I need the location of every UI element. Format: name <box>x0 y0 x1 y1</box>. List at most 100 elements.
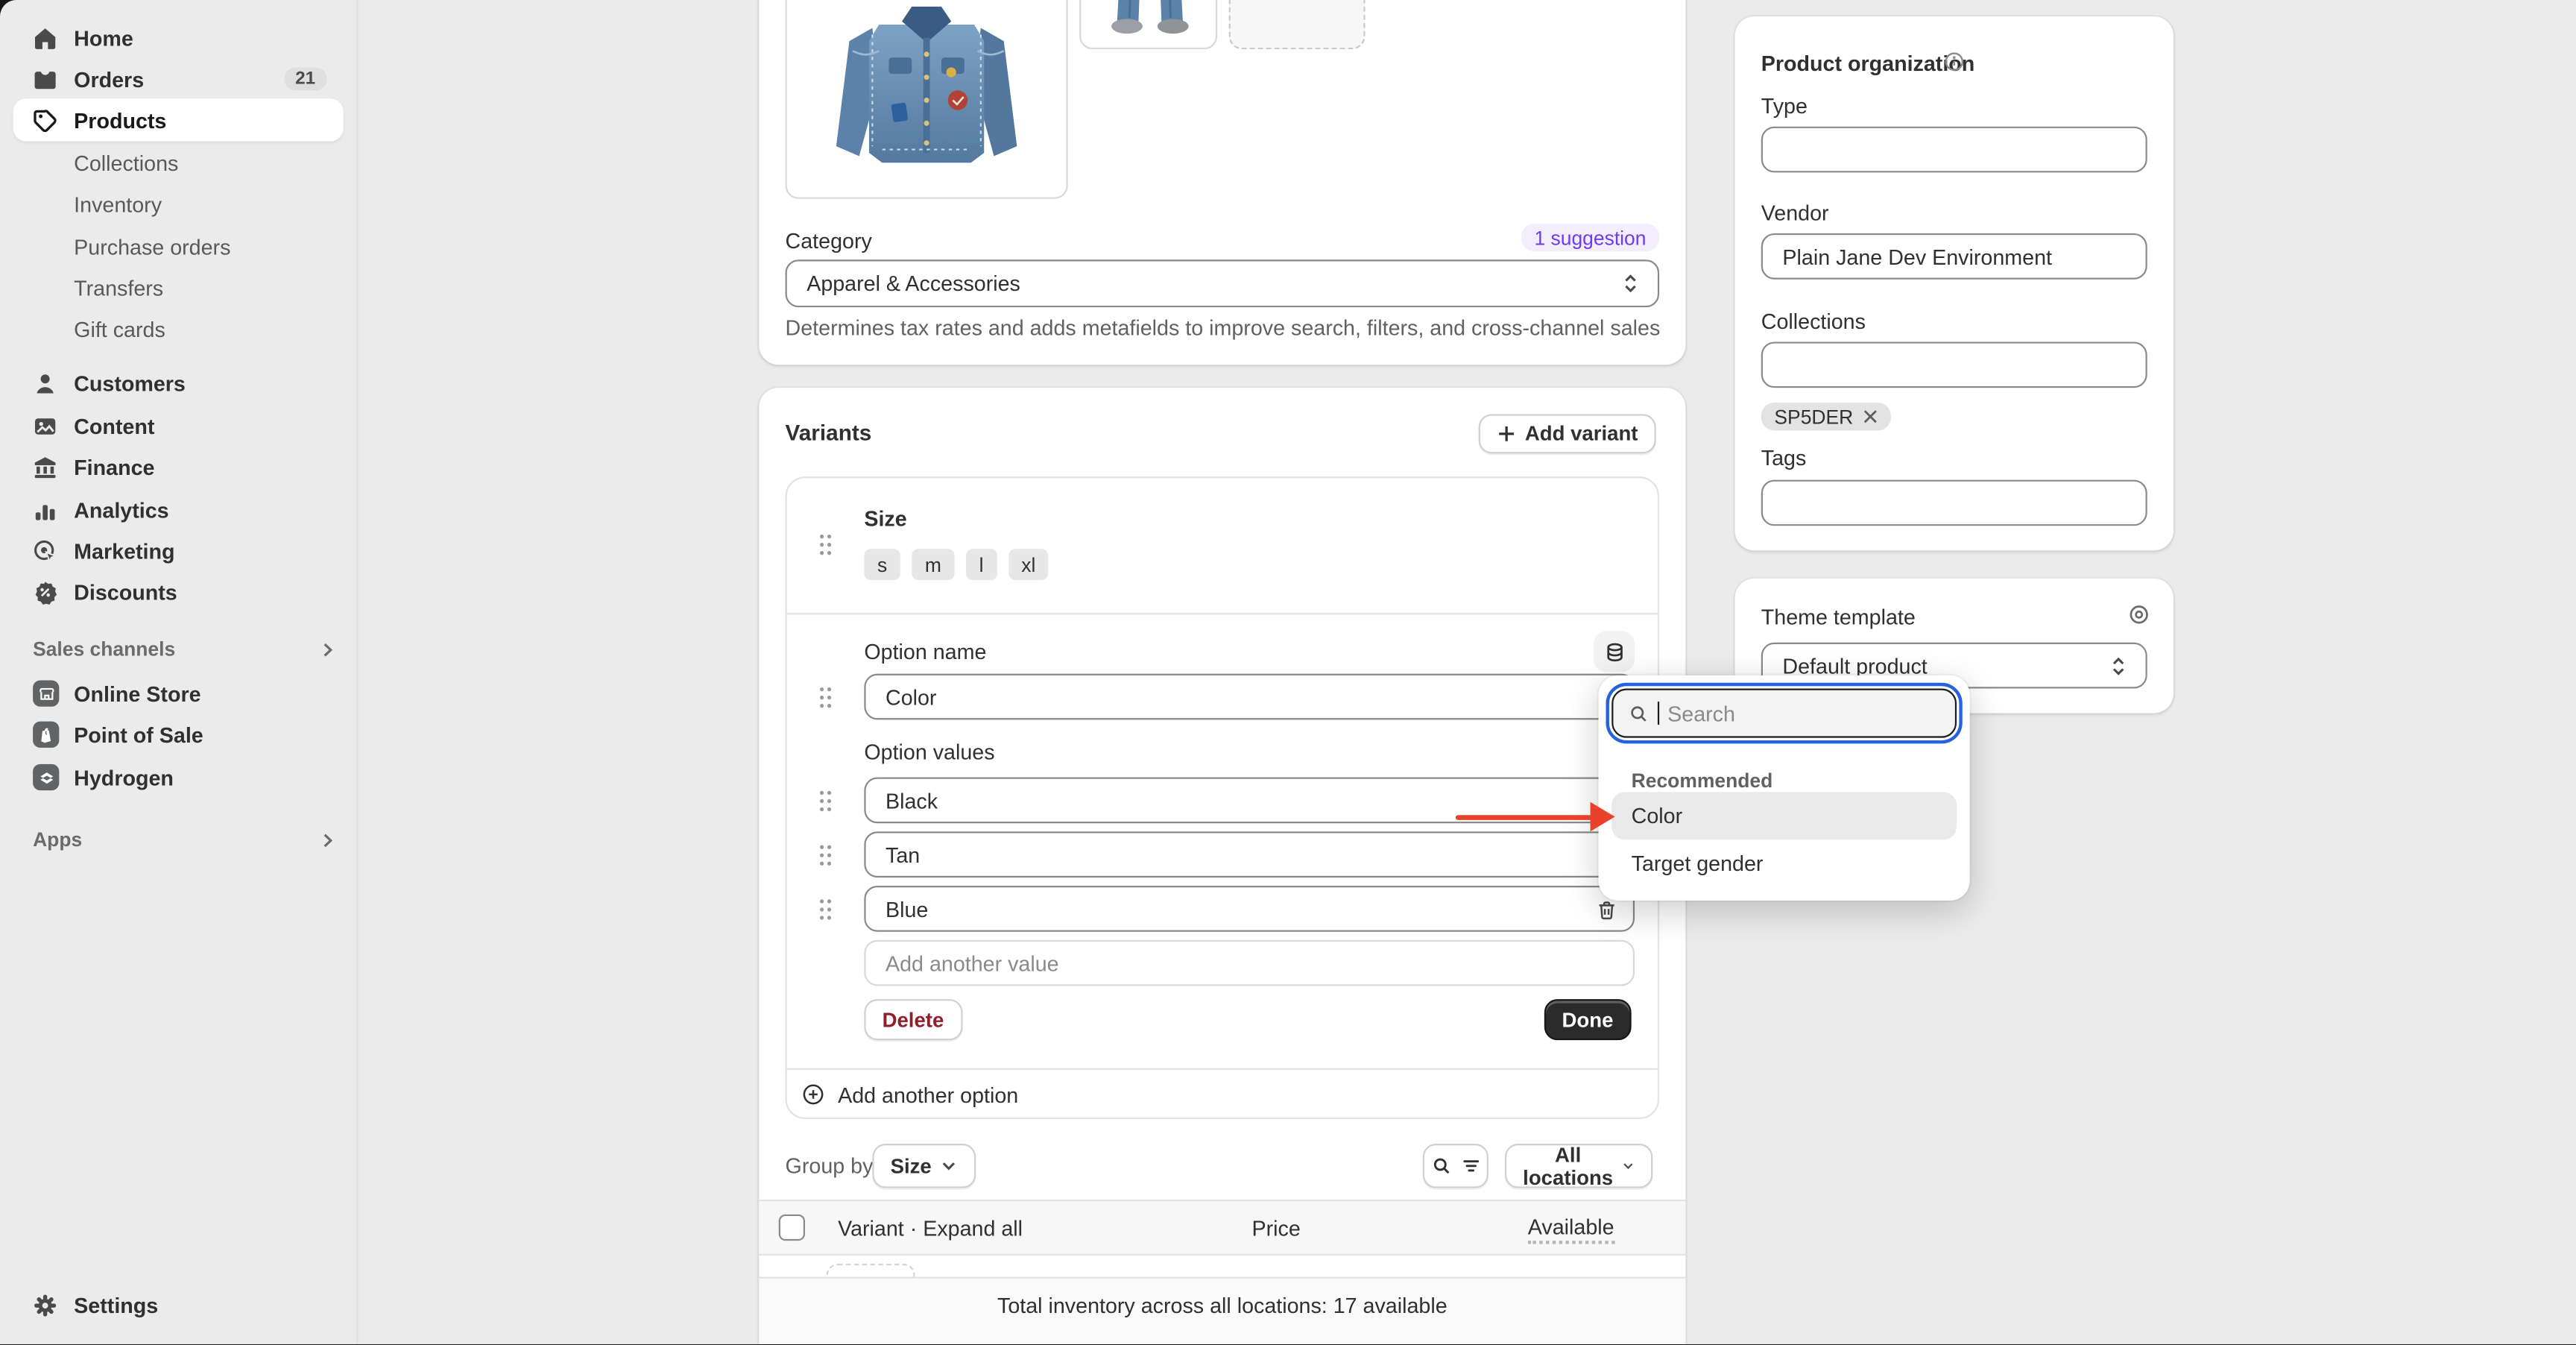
apps-header[interactable]: Apps <box>33 822 337 857</box>
sidebar-item-marketing[interactable]: Marketing <box>13 529 344 572</box>
size-chip[interactable]: l <box>966 549 997 580</box>
drag-handle-icon[interactable] <box>818 843 833 868</box>
remove-tag-icon[interactable] <box>1863 409 1878 424</box>
sidebar-item-orders[interactable]: Orders 21 <box>13 57 344 100</box>
size-option-label: Size <box>864 506 906 531</box>
product-image-thumbnail[interactable] <box>1079 0 1217 49</box>
delete-value-button[interactable] <box>1594 897 1618 922</box>
category-suggestion-badge[interactable]: 1 suggestion <box>1521 224 1659 251</box>
done-button[interactable]: Done <box>1544 999 1631 1040</box>
popover-search-input[interactable]: Search <box>1611 689 1957 738</box>
sidebar-item-products[interactable]: Products <box>13 98 344 141</box>
sidebar-item-analytics[interactable]: Analytics <box>13 488 344 531</box>
category-label: Category <box>786 228 872 253</box>
point-of-sale-icon <box>33 722 59 748</box>
sidebar-item-hydrogen[interactable]: Hydrogen <box>13 756 344 799</box>
group-by-label: Group by <box>786 1153 874 1178</box>
sidebar-item-settings[interactable]: Settings <box>13 1283 344 1326</box>
drag-handle-icon[interactable] <box>818 685 833 710</box>
locations-select[interactable]: All locations <box>1505 1144 1652 1188</box>
size-chip[interactable]: s <box>864 549 900 580</box>
sidebar-item-collections[interactable]: Collections <box>13 142 344 184</box>
vendor-label: Vendor <box>1761 201 1829 225</box>
discounts-icon <box>33 579 57 604</box>
search-icon <box>1628 702 1650 724</box>
category-helper-text: Determines tax rates and adds metafields… <box>786 315 1661 340</box>
inventory-summary-footer: Total inventory across all locations: 17… <box>759 1277 1685 1344</box>
select-updown-icon <box>1620 273 1641 294</box>
admin-surface: Home Orders 21 Products Collections Inve… <box>0 0 2576 1344</box>
collections-input[interactable] <box>1761 341 2147 388</box>
group-by-select[interactable]: Size <box>872 1144 976 1188</box>
sidebar-item-point-of-sale[interactable]: Point of Sale <box>13 714 344 756</box>
jeans-image <box>1081 0 1217 49</box>
sidebar-item-content[interactable]: Content <box>13 404 344 447</box>
filter-icon <box>1459 1155 1481 1177</box>
sidebar-item-transfers[interactable]: Transfers <box>13 266 344 309</box>
size-chip[interactable]: m <box>912 549 954 580</box>
sidebar-item-home[interactable]: Home <box>13 16 344 59</box>
recommended-section-label: Recommended <box>1632 769 1773 793</box>
price-column-header: Price <box>1252 1216 1301 1241</box>
size-chips: s m l xl <box>864 549 1049 580</box>
tags-input[interactable] <box>1761 480 2147 526</box>
trash-icon <box>1594 898 1617 922</box>
size-chip[interactable]: xl <box>1008 549 1049 580</box>
chevron-right-icon <box>319 640 337 658</box>
option-name-input[interactable] <box>864 674 1635 720</box>
product-image-main[interactable] <box>786 0 1068 199</box>
collection-tag: SP5DER <box>1761 403 1891 430</box>
add-value-input[interactable] <box>864 940 1635 986</box>
orders-count-badge: 21 <box>284 67 327 90</box>
type-input[interactable] <box>1761 127 2147 173</box>
sidebar-item-gift-cards[interactable]: Gift cards <box>13 307 344 350</box>
divider <box>787 613 1658 614</box>
add-variant-button[interactable]: Add variant <box>1479 414 1656 453</box>
drag-handle-icon[interactable] <box>818 897 833 922</box>
chevron-down-icon <box>940 1157 958 1175</box>
sidebar-item-discounts[interactable]: Discounts <box>13 570 344 613</box>
tags-label: Tags <box>1761 445 1807 470</box>
search-placeholder: Search <box>1667 701 1735 725</box>
sidebar-item-purchase-orders[interactable]: Purchase orders <box>13 225 344 268</box>
chevron-right-icon <box>319 831 337 848</box>
home-icon <box>33 25 57 50</box>
linked-metafield-button[interactable] <box>1594 631 1635 672</box>
category-select[interactable]: Apparel & Accessories <box>786 259 1660 307</box>
option-value-input[interactable] <box>864 831 1635 878</box>
sidebar-item-inventory[interactable]: Inventory <box>13 183 344 225</box>
drag-handle-icon[interactable] <box>818 789 833 813</box>
product-organization-card: Product organization Type Vendor Collect… <box>1735 16 2174 550</box>
add-another-option-row[interactable]: Add another option <box>787 1068 1658 1121</box>
plus-icon <box>1497 424 1516 444</box>
finance-icon <box>33 454 57 479</box>
tag-icon <box>33 107 57 132</box>
sales-channels-header[interactable]: Sales channels <box>33 631 337 667</box>
search-filter-button[interactable] <box>1423 1144 1489 1188</box>
annotation-arrow-icon <box>1456 802 1615 834</box>
vendor-input[interactable] <box>1761 233 2147 280</box>
available-column-header[interactable]: Available <box>1528 1215 1614 1244</box>
variants-card: Variants Add variant Size s m l xl Optio… <box>759 388 1685 1344</box>
sidebar-item-online-store[interactable]: Online Store <box>13 672 344 714</box>
variant-column-header[interactable]: Variant · Expand all <box>838 1216 1023 1241</box>
select-all-checkbox[interactable] <box>779 1215 805 1241</box>
delete-option-button[interactable]: Delete <box>864 999 962 1040</box>
sidebar-item-customers[interactable]: Customers <box>13 362 344 404</box>
sidebar-item-label: Home <box>74 25 133 50</box>
content-icon <box>33 413 57 438</box>
sidebar-item-label: Orders <box>74 66 144 91</box>
search-icon <box>1430 1155 1452 1177</box>
view-icon[interactable] <box>2126 602 2150 626</box>
suggestion-item-target-gender[interactable]: Target gender <box>1611 840 1957 887</box>
suggestion-item-color[interactable]: Color <box>1611 792 1957 840</box>
app-window: Home Orders 21 Products Collections Inve… <box>0 0 2576 1344</box>
gear-icon <box>33 1293 57 1317</box>
option-values-label: Option values <box>864 740 994 764</box>
drag-handle-icon[interactable] <box>818 532 833 557</box>
option-value-input[interactable] <box>864 886 1635 932</box>
analytics-icon <box>33 497 57 522</box>
sidebar-item-finance[interactable]: Finance <box>13 445 344 488</box>
add-media-dropzone[interactable] <box>1229 0 1366 49</box>
info-icon[interactable] <box>1942 49 1965 72</box>
